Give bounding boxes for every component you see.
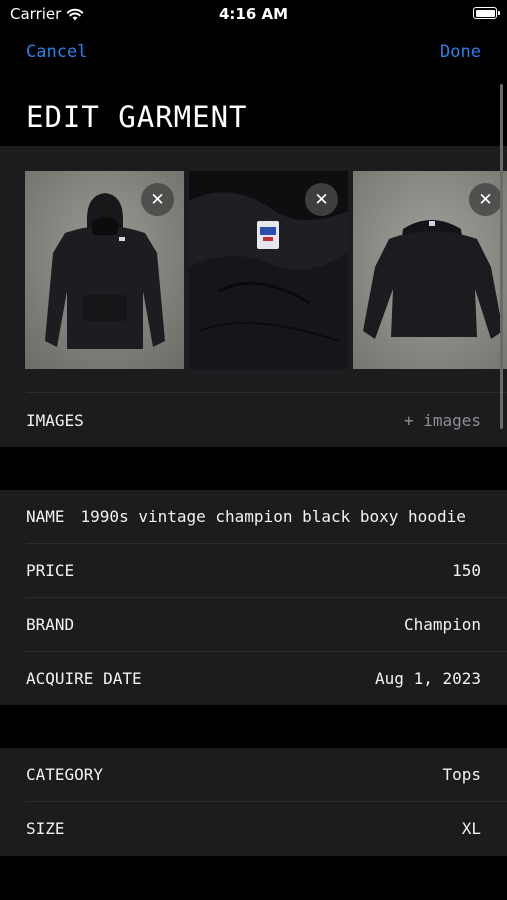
brand-label: BRAND <box>26 615 75 634</box>
name-row[interactable]: NAME 1990s vintage champion black boxy h… <box>0 490 507 543</box>
images-label: IMAGES <box>26 411 84 430</box>
details-section: NAME 1990s vintage champion black boxy h… <box>0 490 507 705</box>
category-row[interactable]: CATEGORY Tops <box>0 748 507 801</box>
hoodie-back-photo[interactable]: ✕ <box>353 171 507 369</box>
close-icon: ✕ <box>150 189 165 210</box>
hoodie-front-photo[interactable]: ✕ <box>25 171 184 369</box>
add-images-button[interactable]: + images <box>404 411 481 430</box>
category-label: CATEGORY <box>26 765 104 784</box>
price-label: PRICE <box>26 561 75 580</box>
remove-image-button[interactable]: ✕ <box>305 183 338 216</box>
divider <box>26 392 507 393</box>
hoodie-tag-closeup-photo[interactable]: ✕ <box>189 171 348 369</box>
price-field[interactable]: 150 <box>452 561 481 580</box>
remove-image-button[interactable]: ✕ <box>469 183 502 216</box>
brand-field[interactable]: Champion <box>404 615 481 634</box>
images-section: ✕ ✕ ✕ IMAGES + images <box>0 146 507 447</box>
page-title: EDIT GARMENT <box>26 100 248 134</box>
scroll-indicator[interactable] <box>500 84 503 429</box>
size-select[interactable]: XL <box>462 819 481 838</box>
size-label: SIZE <box>26 819 65 838</box>
image-carousel[interactable]: ✕ ✕ ✕ <box>25 171 507 369</box>
brand-row[interactable]: BRAND Champion <box>0 598 507 651</box>
close-icon: ✕ <box>314 189 329 210</box>
acquire-date-row[interactable]: ACQUIRE DATE Aug 1, 2023 <box>0 652 507 705</box>
status-bar: Carrier 4:16 AM <box>0 0 507 28</box>
classification-section: CATEGORY Tops SIZE XL <box>0 748 507 856</box>
remove-image-button[interactable]: ✕ <box>141 183 174 216</box>
cancel-button[interactable]: Cancel <box>26 42 87 62</box>
price-row[interactable]: PRICE 150 <box>0 544 507 597</box>
name-field[interactable]: 1990s vintage champion black boxy hoodie <box>81 507 481 526</box>
size-row[interactable]: SIZE XL <box>0 802 507 855</box>
done-button[interactable]: Done <box>440 42 481 62</box>
battery-icon <box>473 7 500 19</box>
close-icon: ✕ <box>478 189 493 210</box>
name-label: NAME <box>26 507 65 526</box>
category-select[interactable]: Tops <box>442 765 481 784</box>
acquire-date-label: ACQUIRE DATE <box>26 669 142 688</box>
acquire-date-picker[interactable]: Aug 1, 2023 <box>375 669 481 688</box>
images-row[interactable]: IMAGES + images <box>0 394 507 447</box>
status-time: 4:16 AM <box>218 5 289 23</box>
